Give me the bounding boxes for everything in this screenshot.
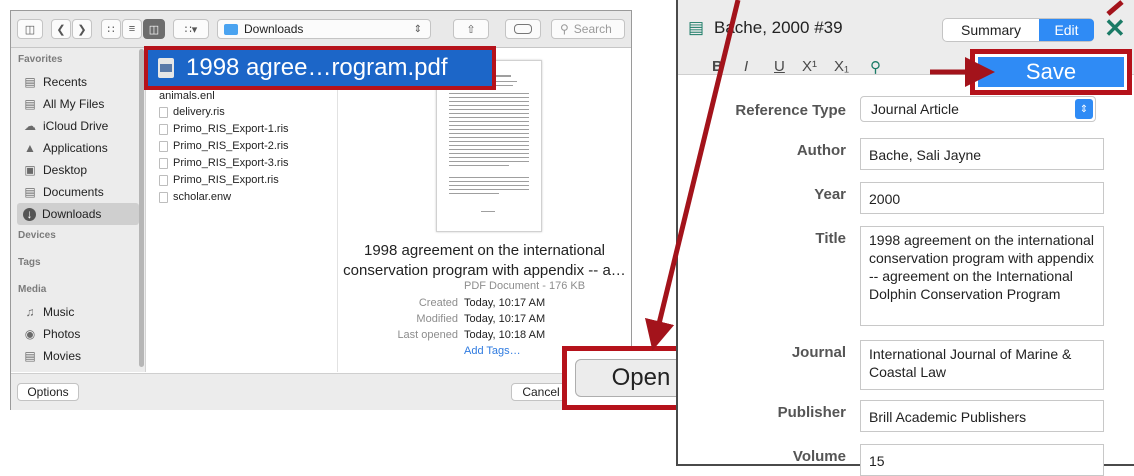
arrow-to-open-button: [644, 0, 741, 351]
arrow-top-right: [1106, 0, 1124, 16]
annotation-arrows: [644, 0, 1124, 351]
